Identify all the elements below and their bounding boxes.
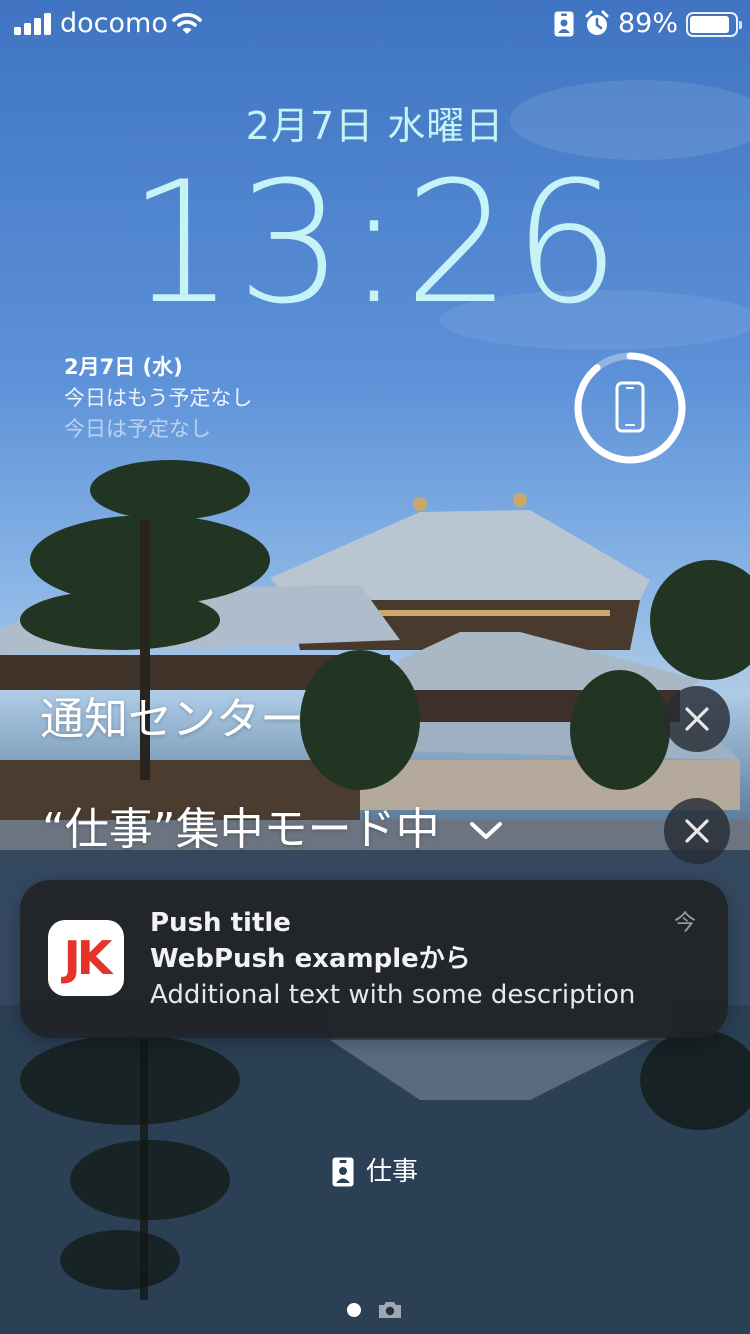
battery-level-fill: [690, 16, 729, 33]
notification-source: WebPush exampleから: [150, 944, 471, 974]
wifi-icon: [172, 13, 202, 34]
battery-widget[interactable]: [572, 350, 688, 466]
battery-icon: [686, 12, 742, 37]
status-bar: docomo 89%: [0, 0, 750, 48]
battery-ring-progress: [574, 352, 686, 464]
carrier-name: docomo: [60, 8, 168, 39]
notification-time: 今: [673, 911, 696, 936]
notification-title: Push title: [150, 908, 291, 938]
camera-icon[interactable]: [377, 1300, 403, 1320]
focus-mode-label: “仕事”集中モード中: [42, 804, 440, 855]
notification-center-title: 通知センター: [40, 694, 304, 745]
focus-mode-toggle[interactable]: “仕事”集中モード中: [42, 800, 504, 860]
battery-percent: 89%: [618, 8, 679, 39]
focus-indicator[interactable]: 仕事: [0, 1154, 750, 1190]
focus-badge-icon: [554, 11, 574, 37]
calendar-widget-date: 2月7日 (水): [64, 355, 183, 379]
focus-badge-icon: [332, 1157, 354, 1187]
calendar-widget-status: 今日はもう予定なし: [64, 386, 253, 410]
app-icon-logo: JK: [63, 931, 113, 985]
focus-indicator-label: 仕事: [365, 1157, 418, 1187]
close-icon: [685, 819, 709, 843]
lock-clock: 13:26: [127, 145, 623, 341]
page-indicator: [0, 1300, 750, 1320]
notification-body: Additional text with some description: [150, 980, 636, 1010]
dismiss-focus-button[interactable]: [664, 798, 730, 864]
clear-notifications-button[interactable]: [664, 686, 730, 752]
page-dot-active: [347, 1303, 361, 1317]
chevron-down-icon: [469, 822, 502, 839]
calendar-widget[interactable]: 2月7日 (水) 今日はもう予定なし 今日は予定なし: [64, 352, 252, 444]
alarm-icon: [585, 10, 609, 35]
app-icon: JK: [48, 920, 124, 996]
close-icon: [685, 707, 709, 731]
iphone-icon: [615, 381, 645, 433]
calendar-widget-status-faded: 今日は予定なし: [64, 417, 211, 441]
cellular-signal-icon: [14, 13, 52, 35]
push-notification-card[interactable]: JK Push title WebPush exampleから Addition…: [20, 880, 728, 1038]
